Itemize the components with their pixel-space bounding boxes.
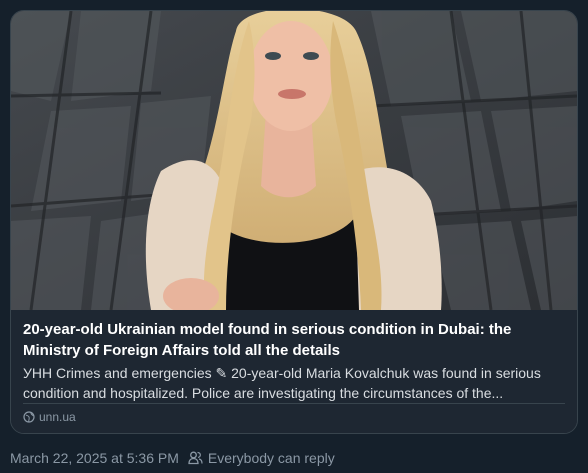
source-domain[interactable]: unn.ua bbox=[39, 409, 76, 425]
post-meta: March 22, 2025 at 5:36 PM Everybody can … bbox=[10, 449, 335, 467]
article-photo[interactable] bbox=[11, 11, 577, 310]
reply-audience[interactable]: Everybody can reply bbox=[188, 449, 335, 467]
globe-icon bbox=[23, 411, 35, 423]
people-icon bbox=[188, 451, 203, 465]
article-source[interactable]: unn.ua bbox=[23, 409, 76, 425]
post-timestamp[interactable]: March 22, 2025 at 5:36 PM bbox=[10, 449, 179, 467]
link-preview-text[interactable]: 20-year-old Ukrainian model found in ser… bbox=[11, 310, 577, 433]
article-headline[interactable]: 20-year-old Ukrainian model found in ser… bbox=[23, 319, 563, 361]
link-preview-card[interactable]: 20-year-old Ukrainian model found in ser… bbox=[10, 10, 578, 434]
reply-audience-label: Everybody can reply bbox=[207, 450, 335, 466]
article-summary: УНН Crimes and emergencies ✎ 20-year-old… bbox=[23, 365, 541, 401]
divider bbox=[23, 403, 565, 404]
